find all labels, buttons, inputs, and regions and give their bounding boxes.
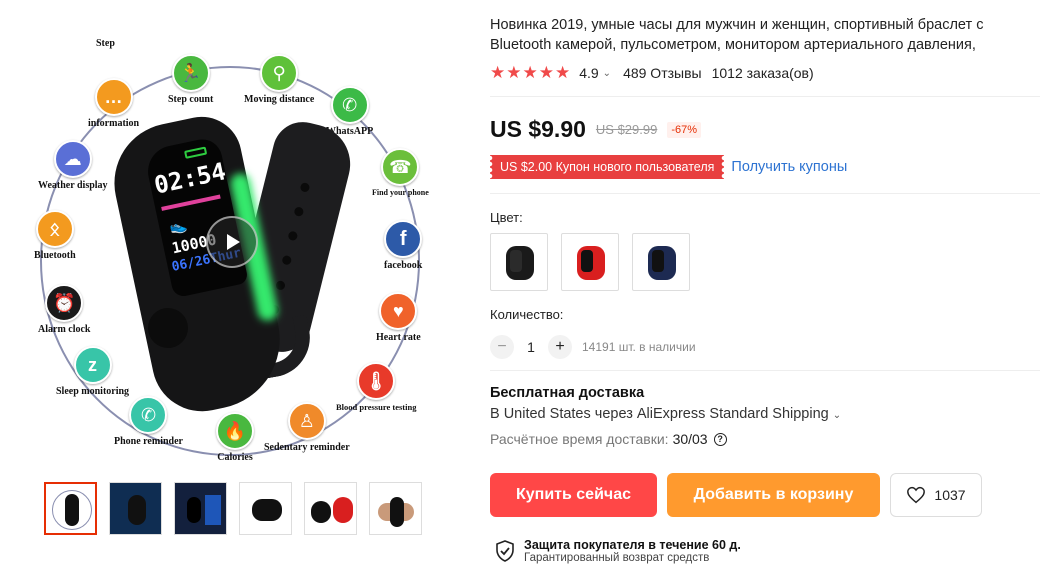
feature-sleep: z Sleep monitoring (56, 346, 129, 397)
feature-step-count: 🏃 Step count (168, 54, 213, 105)
protection-subtitle: Гарантированный возврат средств (524, 552, 710, 564)
phone-search-icon: ☎ (381, 148, 420, 186)
delivery-estimate: Расчётное время доставки: 30/03 ? (490, 431, 727, 447)
thumbnail-2[interactable] (109, 482, 162, 535)
thumbnail-3[interactable] (174, 482, 227, 535)
feature-label-step: Step (96, 38, 115, 49)
quantity-label: Количество: (490, 307, 564, 322)
color-option-red[interactable] (561, 233, 619, 291)
thumbnail-1[interactable] (44, 482, 97, 535)
protection-title: Защита покупателя в течение 60 д. (524, 538, 741, 552)
color-label: Цвет: (490, 210, 523, 225)
battery-icon (184, 146, 208, 159)
thumbnail-5[interactable] (304, 482, 357, 535)
main-product-image[interactable]: Step 🏃 Step count ⚲ Moving distance … in… (28, 28, 438, 463)
question-icon[interactable]: ? (713, 432, 727, 446)
orders-count: 1012 заказа(ов) (711, 65, 814, 81)
wishlist-count: 1037 (934, 487, 966, 503)
decrease-quantity-button[interactable]: − (490, 335, 514, 359)
rating-score[interactable]: 4.9 (579, 65, 598, 81)
increase-quantity-button[interactable]: + (548, 335, 572, 359)
chevron-down-icon: ⌄ (832, 410, 842, 421)
buyer-protection: Защита покупателя в течение 60 д. Гарант… (496, 538, 741, 564)
purchase-actions: Купить сейчас Добавить в корзину 1037 (490, 473, 982, 517)
sleep-icon: z (73, 346, 112, 384)
play-icon (227, 234, 240, 250)
buy-now-button[interactable]: Купить сейчас (490, 473, 657, 517)
thumbnail-4[interactable] (239, 482, 292, 535)
feature-calories: 🔥 Calories (216, 412, 254, 463)
color-swatches (490, 233, 690, 291)
quantity-value[interactable]: 1 (514, 339, 548, 355)
bluetooth-icon: ᛟ (35, 210, 74, 248)
get-coupons-link[interactable]: Получить купоны (731, 159, 847, 175)
current-price: US $9.90 (490, 116, 586, 142)
original-price: US $29.99 (595, 122, 658, 137)
quantity-stepper: − 1 + 14191 шт. в наличии (490, 335, 696, 359)
feature-alarm: ⏰ Alarm clock (38, 284, 91, 335)
location-pin-icon: ⚲ (260, 54, 299, 92)
feature-moving-distance: ⚲ Moving distance (244, 54, 314, 105)
facebook-icon: f (384, 220, 423, 258)
add-to-cart-button[interactable]: Добавить в корзину (667, 473, 880, 517)
screen-time: 02:54 (151, 157, 229, 200)
divider (490, 96, 1040, 97)
shipping-title: Бесплатная доставка (490, 385, 645, 401)
feature-facebook: f facebook (384, 220, 422, 271)
stock-count: 14191 шт. в наличии (582, 340, 696, 354)
flame-icon: 🔥 (216, 412, 254, 450)
heart-rate-icon: ♥ (379, 292, 418, 330)
shoe-icon: 👟 (167, 216, 189, 236)
chevron-down-icon[interactable]: ⌄ (603, 68, 611, 79)
delivery-date: 30/03 (672, 431, 708, 447)
feature-bluetooth: ᛟ Bluetooth (34, 210, 76, 261)
feature-find-phone: ☎ Find your phone (372, 148, 429, 197)
shipping-method-selector[interactable]: В United States через AliExpress Standar… (490, 406, 841, 422)
thermometer-icon: 🌡 (357, 362, 396, 400)
coupon-row: US $2.00 Купон нового пользователя Получ… (490, 155, 847, 179)
video-play-button[interactable] (206, 216, 258, 268)
feature-weather: ☁ Weather display (38, 140, 108, 191)
divider (490, 370, 1040, 371)
price-row: US $9.90 US $29.99 -67% (490, 116, 702, 143)
product-title: Новинка 2019, умные часы для мужчин и же… (490, 17, 984, 53)
shield-check-icon (496, 540, 514, 562)
star-rating-icon: ★★★★★ (490, 63, 572, 82)
wishlist-button[interactable]: 1037 (890, 473, 982, 517)
discount-badge: -67% (667, 121, 702, 138)
heart-icon (907, 486, 926, 504)
running-icon: 🏃 (171, 54, 210, 92)
color-option-black[interactable] (490, 233, 548, 291)
thumbnail-6[interactable] (369, 482, 422, 535)
feature-heart-rate: ♥ Heart rate (376, 292, 421, 343)
reviews-count[interactable]: 489 Отзывы (623, 65, 702, 81)
cloud-icon: ☁ (53, 140, 92, 178)
product-gallery: Step 🏃 Step count ⚲ Moving distance … in… (0, 0, 470, 571)
rating-row: ★★★★★ 4.9 ⌄ 489 Отзывы 1012 заказа(ов) (490, 63, 814, 83)
message-icon: … (94, 78, 133, 116)
new-user-coupon-badge: US $2.00 Купон нового пользователя (490, 155, 725, 179)
alarm-clock-icon: ⏰ (45, 284, 84, 322)
thumbnail-strip (44, 482, 422, 535)
color-option-navy[interactable] (632, 233, 690, 291)
divider (490, 193, 1040, 194)
